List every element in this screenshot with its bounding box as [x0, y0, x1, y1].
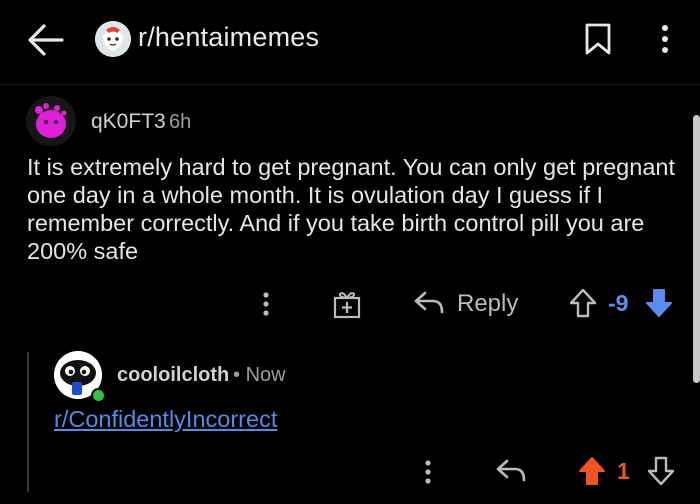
meta-separator: • [233, 364, 241, 386]
bookmark-icon[interactable] [584, 22, 612, 56]
more-vertical-icon[interactable] [258, 288, 274, 320]
more-vertical-icon[interactable] [420, 456, 436, 488]
award-icon[interactable] [331, 288, 363, 320]
downvote-icon[interactable] [646, 455, 676, 487]
reply-icon[interactable] [413, 289, 445, 317]
comment-author[interactable]: qK0FT3 [91, 110, 166, 134]
header-divider [0, 84, 700, 85]
reply-icon[interactable] [495, 457, 527, 485]
more-vertical-icon[interactable] [657, 22, 673, 56]
reply-button[interactable]: Reply [457, 290, 518, 318]
reply-author[interactable]: cooloilcloth [117, 364, 229, 387]
comment-body: It is extremely hard to get pregnant. Yo… [27, 154, 675, 264]
vote-score: 1 [617, 458, 630, 484]
downvote-icon[interactable] [644, 287, 674, 319]
reply-author-name[interactable]: cooloilcloth [117, 364, 229, 386]
vote-score: -9 [608, 290, 629, 316]
subreddit-name[interactable]: r/hentaimemes [138, 22, 319, 53]
subreddit-link[interactable]: r/ConfidentlyIncorrect [54, 406, 277, 433]
reply-timestamp: Now [245, 364, 286, 386]
reply-meta: • Now [233, 364, 286, 387]
comment-timestamp: 6h [169, 111, 192, 133]
subreddit-avatar-icon[interactable] [95, 21, 131, 57]
upvote-icon[interactable] [577, 455, 607, 487]
avatar[interactable] [26, 96, 76, 146]
thread-line[interactable] [27, 352, 29, 492]
online-status-indicator [91, 388, 106, 403]
upvote-icon[interactable] [568, 287, 598, 319]
scrollbar[interactable] [693, 115, 700, 383]
back-arrow-icon[interactable] [26, 22, 66, 58]
